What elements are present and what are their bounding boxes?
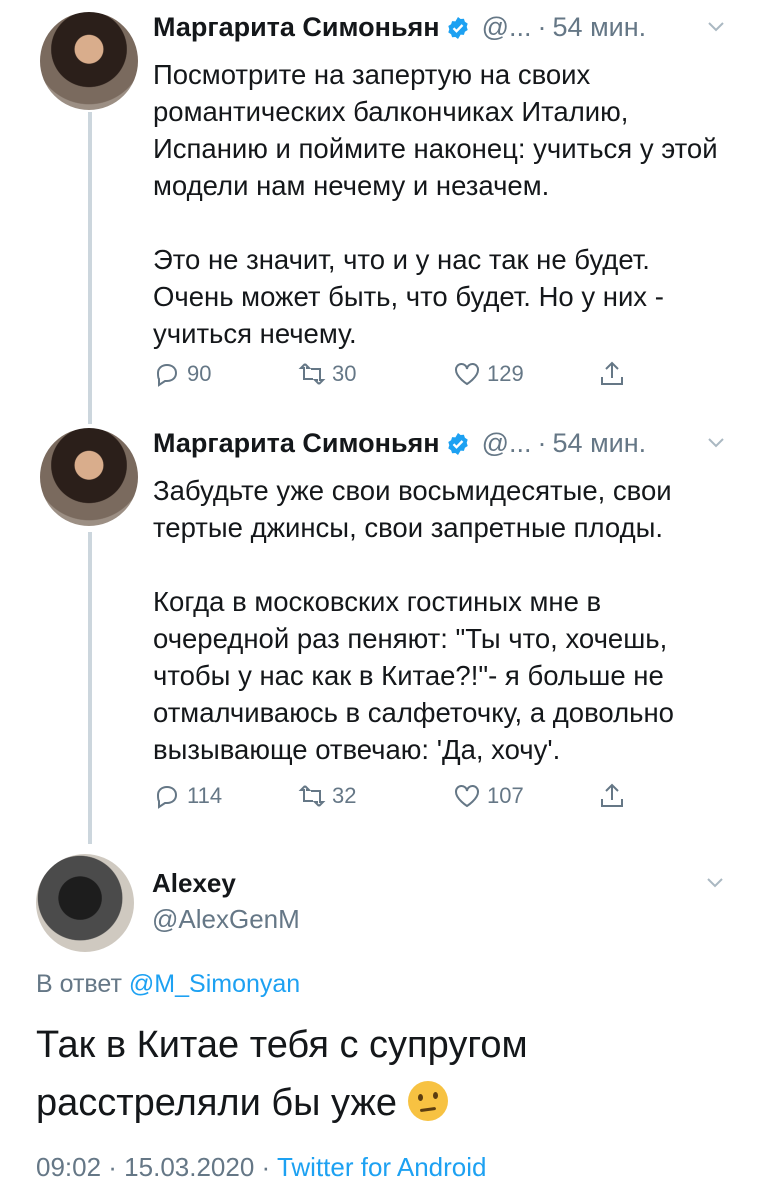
chevron-down-icon[interactable] xyxy=(707,434,725,452)
replying-to: В ответ @M_Simonyan xyxy=(36,970,300,999)
like-button[interactable]: 129 xyxy=(453,360,524,388)
chevron-down-icon[interactable] xyxy=(707,18,725,36)
like-button[interactable]: 107 xyxy=(453,782,524,810)
share-icon xyxy=(601,361,623,385)
tweet-time[interactable]: 54 мин. xyxy=(553,12,647,43)
author-handle[interactable]: @... xyxy=(482,12,532,43)
heart-icon xyxy=(455,785,479,808)
reply-prefix: В ответ xyxy=(36,970,122,998)
like-count: 107 xyxy=(487,783,524,808)
retweet-icon xyxy=(298,363,326,385)
retweet-button[interactable]: 32 xyxy=(298,782,356,810)
tweet-1[interactable]: Маргарита Симоньян @... · 54 мин. Посмот… xyxy=(0,12,757,412)
author-handle[interactable]: @AlexGenM xyxy=(152,904,300,935)
author-name[interactable]: Alexey xyxy=(152,868,236,899)
tweet-text: Посмотрите на запертую на своих романтич… xyxy=(153,56,738,352)
thinking-face-icon xyxy=(407,1081,448,1121)
reply-to-link[interactable]: @M_Simonyan xyxy=(129,970,300,998)
avatar[interactable] xyxy=(40,12,138,110)
reply-text: Так в Китае тебя с супругом расстреляли … xyxy=(36,1016,716,1132)
heart-icon xyxy=(455,363,479,386)
chevron-down-icon[interactable] xyxy=(706,874,724,892)
reply-count: 90 xyxy=(187,361,212,386)
retweet-count: 32 xyxy=(332,783,357,808)
author-handle[interactable]: @... xyxy=(482,428,532,459)
separator-dot: · xyxy=(537,12,547,42)
author-name[interactable]: Маргарита Симоньян xyxy=(153,428,440,459)
reply-button[interactable]: 114 xyxy=(153,782,222,810)
author-name[interactable]: Маргарита Симоньян xyxy=(153,12,440,43)
separator-dot: · xyxy=(537,428,547,458)
retweet-button[interactable]: 30 xyxy=(298,360,356,388)
retweet-count: 30 xyxy=(332,361,357,386)
share-button[interactable] xyxy=(598,782,632,810)
tweet-paragraph: Посмотрите на запертую на своих романтич… xyxy=(153,59,718,201)
tweet-actions: 114 32 107 xyxy=(153,780,643,812)
tweet-actions: 90 30 129 xyxy=(153,358,643,390)
verified-badge-icon xyxy=(447,432,468,455)
tweet-meta: 09:02 · 15.03.2020 · Twitter for Android xyxy=(36,1152,487,1183)
reply-button[interactable]: 90 xyxy=(153,360,211,388)
reply-text-content: Так в Китае тебя с супругом расстреляли … xyxy=(36,1024,528,1124)
tweet-header: Маргарита Симоньян @... · 54 мин. xyxy=(153,428,646,459)
retweet-icon xyxy=(298,785,326,807)
share-button[interactable] xyxy=(598,360,632,388)
reply-count: 114 xyxy=(187,783,223,808)
verified-badge-icon xyxy=(447,16,468,39)
tweet-source-link[interactable]: Twitter for Android xyxy=(277,1152,487,1182)
reply-icon xyxy=(156,363,178,387)
tweet-paragraph: Когда в московских гостиных мне в очеред… xyxy=(153,586,674,765)
tweet-text: Забудьте уже свои восьмидесятые, свои те… xyxy=(153,472,738,768)
tweet-header: Маргарита Симоньян @... · 54 мин. xyxy=(153,12,646,43)
like-count: 129 xyxy=(487,361,524,386)
tweet-time[interactable]: 54 мин. xyxy=(553,428,647,459)
tweet-timestamp: 09:02 · 15.03.2020 · xyxy=(36,1152,271,1182)
tweet-paragraph: Забудьте уже свои восьмидесятые, свои те… xyxy=(153,475,672,543)
avatar[interactable] xyxy=(40,428,138,526)
tweet-paragraph: Это не значит, что и у нас так не будет.… xyxy=(153,244,664,349)
avatar[interactable] xyxy=(36,854,134,952)
reply-icon xyxy=(156,785,178,809)
tweet-2[interactable]: Маргарита Симоньян @... · 54 мин. Забудь… xyxy=(0,428,757,828)
share-icon xyxy=(601,783,623,807)
